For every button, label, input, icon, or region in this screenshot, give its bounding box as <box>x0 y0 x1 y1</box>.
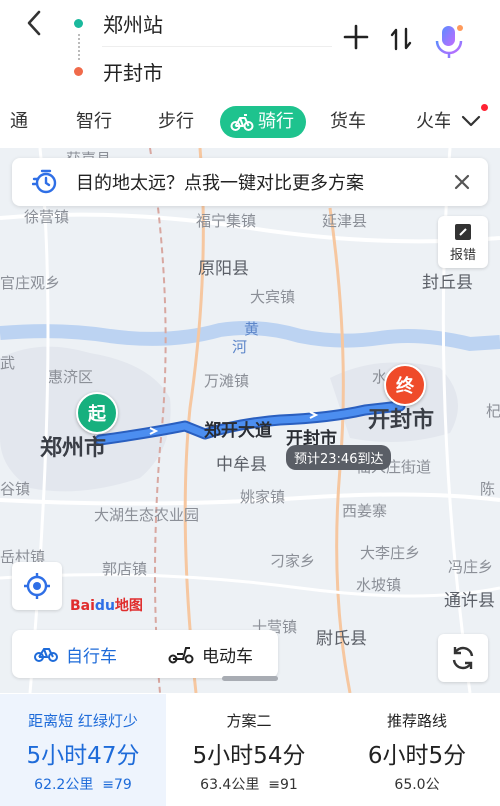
map-label: 大宾镇 <box>250 288 296 306</box>
plus-icon <box>343 24 369 50</box>
refresh-icon <box>452 646 474 670</box>
back-arrow-icon <box>27 10 41 36</box>
chevron-down-icon[interactable] <box>460 110 482 132</box>
map-label: 大湖生态农业园 <box>94 506 200 524</box>
map-label: 刁家乡 <box>270 552 316 570</box>
destination-dot-icon <box>74 66 83 76</box>
map-label: 杞 <box>486 402 500 420</box>
bicycle-icon <box>230 114 254 131</box>
tab-walk[interactable]: 步行 <box>158 106 194 138</box>
plan-card-3[interactable]: 推荐路线 6小时5分 65.0公 <box>334 694 500 806</box>
tab-cycling-label: 骑行 <box>258 111 294 132</box>
route-inputs: 郑州站 开封市 <box>62 2 332 92</box>
notification-dot <box>481 104 488 111</box>
tab-truck[interactable]: 货车 <box>330 106 366 138</box>
report-label: 报错 <box>449 248 476 263</box>
back-button[interactable] <box>22 8 46 38</box>
mode-ebike[interactable]: 电动车 <box>168 630 253 678</box>
voice-assistant-button[interactable] <box>432 22 466 62</box>
plan-lights: 79 <box>113 777 132 793</box>
traffic-light-icon: ≡ <box>263 777 280 793</box>
plan-meta: 65.0公 <box>334 774 500 794</box>
swap-button[interactable] <box>388 26 414 58</box>
map-label: 陈 <box>480 480 496 498</box>
mode-ebike-label: 电动车 <box>202 646 253 667</box>
destination-text: 开封市 <box>103 60 163 85</box>
close-icon[interactable] <box>452 172 472 192</box>
vehicle-type-selector: 自行车 电动车 <box>12 630 278 678</box>
map-label: 尉氏县 <box>316 629 367 649</box>
map-label: 通许县 <box>444 591 495 611</box>
tab-transit[interactable]: 通 <box>10 106 28 138</box>
eta-badge: 预计23:46到达 <box>286 445 392 470</box>
map-label: 西姜寨 <box>342 502 388 520</box>
destination-field[interactable]: 开封市 <box>62 52 163 90</box>
plan-distance: 65.0公 <box>394 777 440 793</box>
plan-duration: 6小时5分 <box>367 743 467 769</box>
baidu-logo: Baidu地图 <box>70 598 143 614</box>
end-marker[interactable]: 终 <box>384 364 426 406</box>
map-label: 河 <box>232 338 248 356</box>
add-waypoint-button[interactable] <box>343 20 369 58</box>
map-label: 武 <box>0 354 16 372</box>
plan-card-2[interactable]: 方案二 5小时54分 63.4公里 ≡91 <box>166 694 332 806</box>
plan-distance: 63.4公里 <box>200 777 260 793</box>
map-label: 封丘县 <box>422 273 473 293</box>
bicycle-icon <box>34 648 58 662</box>
map-label: 官庄观乡 <box>0 274 61 292</box>
plan-duration: 5小时47分 <box>26 743 140 769</box>
divider <box>102 46 332 47</box>
route-header: 郑州站 开封市 <box>0 0 500 98</box>
map-label: 惠济区 <box>48 368 94 386</box>
mode-bicycle[interactable]: 自行车 <box>34 630 117 678</box>
banner-text: 目的地太远？点我一键对比更多方案 <box>76 173 364 194</box>
cycling-route-screen: 郑州站 开封市 通 智行 步行 骑行 货车 火车 福宁集镇 徐营镇 延津县 原阳… <box>0 0 500 806</box>
map-label: 原阳县 <box>198 259 249 279</box>
map-label: 万滩镇 <box>204 372 250 390</box>
swap-icon <box>390 27 412 51</box>
timer-icon <box>32 169 57 194</box>
map-label: 延津县 <box>322 212 368 230</box>
compare-plans-banner[interactable]: 目的地太远？点我一键对比更多方案 <box>12 158 488 206</box>
locate-icon <box>24 573 50 599</box>
report-error-button[interactable]: 报错 <box>438 216 488 268</box>
map-label-road: 郑开大道 <box>204 421 272 441</box>
plan-lights: 91 <box>279 777 298 793</box>
map-label: 谷镇 <box>0 480 31 498</box>
route-plans: 距离短 红绿灯少 5小时47分 62.2公里 ≡79 方案二 5小时54分 63… <box>0 694 500 806</box>
map-label-city: 开封市 <box>368 408 435 433</box>
plan-tag: 方案二 <box>226 712 272 730</box>
map-label: 姚家镇 <box>240 488 286 506</box>
tab-smart[interactable]: 智行 <box>76 106 112 138</box>
refresh-button[interactable] <box>438 634 488 682</box>
plan-duration: 5小时54分 <box>192 743 306 769</box>
origin-text: 郑州站 <box>103 12 163 37</box>
map-label: 福宁集镇 <box>196 212 257 230</box>
map-label: 郭店镇 <box>102 560 148 578</box>
plan-tag: 推荐路线 <box>386 712 447 730</box>
transport-mode-tabs: 通 智行 步行 骑行 货车 火车 <box>0 100 500 142</box>
map-label: 中牟县 <box>216 455 267 475</box>
map-label: 水坡镇 <box>356 576 402 594</box>
drag-handle[interactable] <box>222 676 278 681</box>
edit-icon <box>455 224 471 240</box>
scooter-icon <box>168 647 194 664</box>
map-label: 冯庄乡 <box>448 558 494 576</box>
tab-cycling[interactable]: 骑行 <box>220 106 306 138</box>
plan-meta: 63.4公里 ≡91 <box>166 774 332 794</box>
map-label: 大李庄乡 <box>360 544 421 562</box>
tab-train[interactable]: 火车 <box>416 106 450 138</box>
traffic-light-icon: ≡ <box>97 777 114 793</box>
mode-bicycle-label: 自行车 <box>66 646 117 667</box>
locate-button[interactable] <box>12 562 62 610</box>
plan-meta: 62.2公里 ≡79 <box>0 774 166 794</box>
voice-assistant-icon <box>435 25 463 58</box>
plan-tag: 距离短 红绿灯少 <box>28 712 138 730</box>
origin-dot-icon <box>74 18 83 28</box>
plan-card-1[interactable]: 距离短 红绿灯少 5小时47分 62.2公里 ≡79 <box>0 694 166 806</box>
map-label-city: 郑州市 <box>40 436 107 461</box>
map-label: 徐营镇 <box>24 208 70 226</box>
start-marker[interactable]: 起 <box>76 392 118 434</box>
plan-distance: 62.2公里 <box>34 777 94 793</box>
